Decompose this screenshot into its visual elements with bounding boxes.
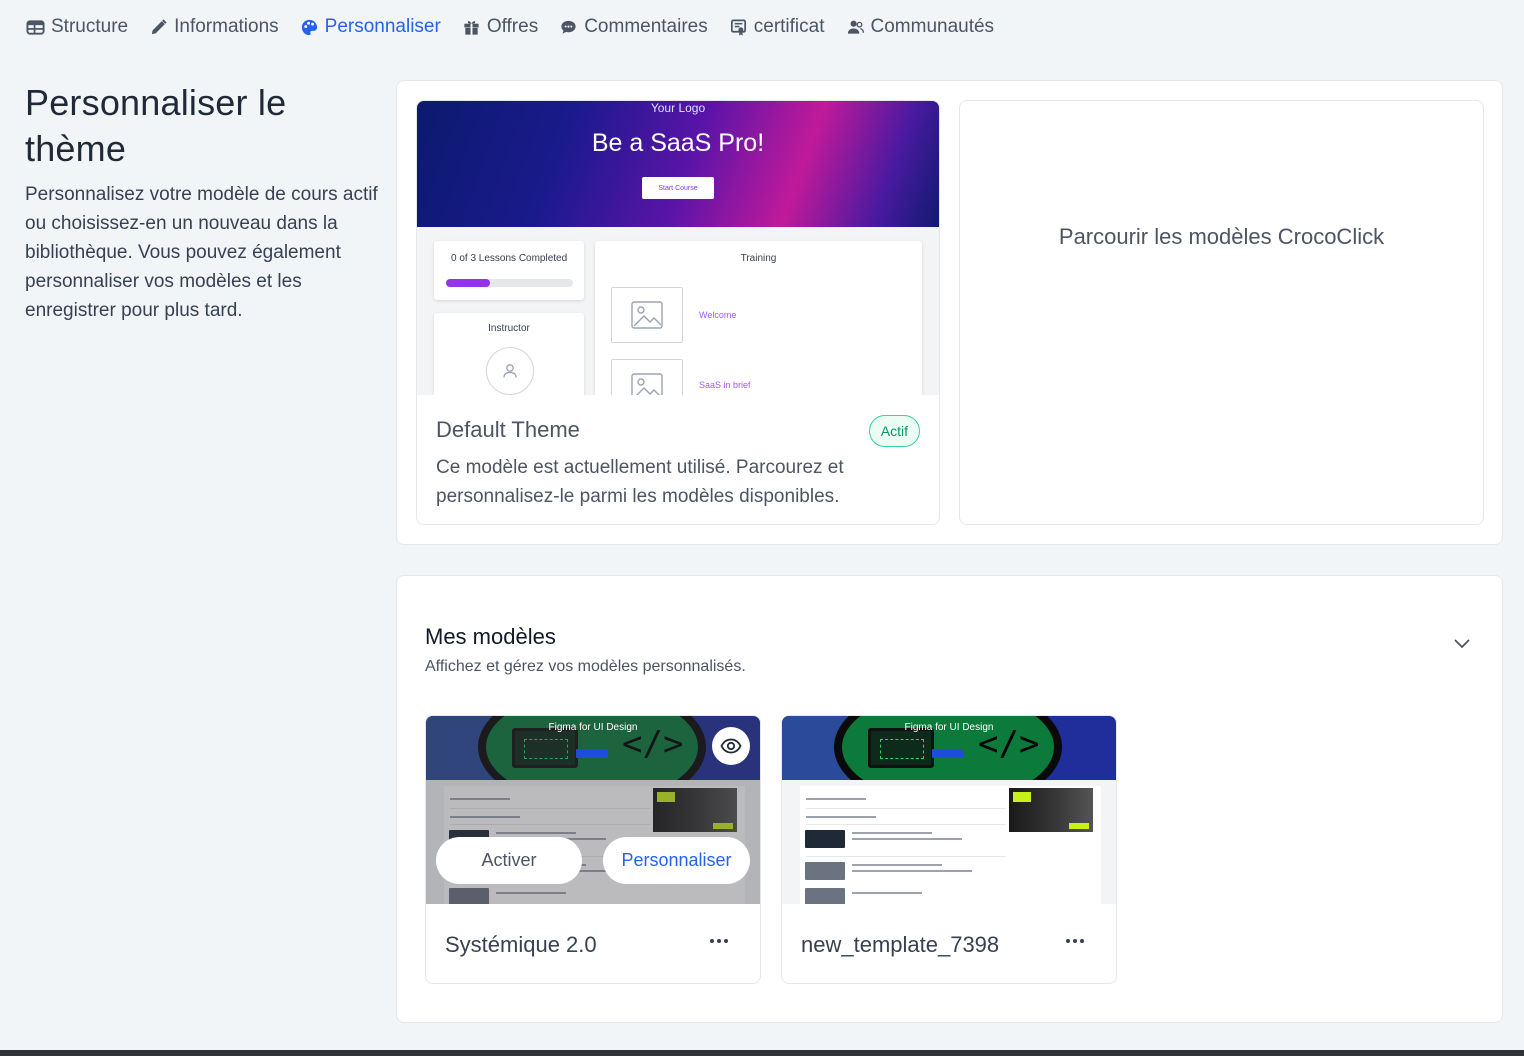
active-theme-card[interactable]: Your Logo Be a SaaS Pro! Start Course 0 … — [416, 100, 940, 525]
template-preview-list — [800, 786, 1014, 904]
template-footer: Systémique 2.0 — [426, 904, 760, 983]
preview-lesson-link: SaaS in brief — [699, 380, 751, 390]
template-preview-title: Figma for UI Design — [904, 722, 994, 733]
template-preview-title: Figma for UI Design — [548, 722, 638, 733]
more-options-icon[interactable] — [708, 930, 730, 952]
tab-label: Offres — [486, 16, 539, 37]
template-preview-hero: </> Figma for UI Design — [782, 716, 1116, 780]
tab-informations[interactable]: Informations — [149, 16, 279, 38]
tab-personnaliser[interactable]: Personnaliser — [300, 16, 441, 38]
template-name: Systémique 2.0 — [445, 932, 597, 957]
palette-icon — [300, 18, 319, 37]
template-card[interactable]: </> Figma for UI Design — [425, 715, 761, 984]
theme-panel: Your Logo Be a SaaS Pro! Start Course 0 … — [396, 80, 1503, 545]
template-card[interactable]: </> Figma for UI Design — [781, 715, 1117, 984]
template-footer: new_template_7398 — [782, 904, 1116, 983]
template-preview-sidebar — [1009, 786, 1101, 904]
activate-button[interactable]: Activer — [436, 837, 582, 884]
tab-label: Informations — [174, 16, 279, 37]
preview-training-card: Training Welcome SaaS in brief — [595, 241, 922, 395]
page-description: Personnalisez votre modèle de cours acti… — [25, 184, 378, 321]
active-theme-description: Ce modèle est actuellement utilisé. Parc… — [436, 457, 844, 507]
preview-start-button: Start Course — [642, 177, 714, 199]
customize-button[interactable]: Personnaliser — [603, 837, 750, 884]
template-preview: </> Figma for UI Design — [426, 716, 760, 904]
certificate-icon — [729, 18, 748, 37]
tab-label: Personnaliser — [324, 16, 441, 37]
preview-hero: Your Logo Be a SaaS Pro! Start Course — [417, 101, 939, 227]
course-tabs: Structure Informations Personnaliser Off… — [26, 13, 1015, 41]
preview-progress-text: 0 of 3 Lessons Completed — [451, 253, 568, 264]
tab-commentaires[interactable]: Commentaires — [559, 16, 708, 38]
theme-preview: Your Logo Be a SaaS Pro! Start Course 0 … — [417, 101, 939, 395]
preview-progress-card: 0 of 3 Lessons Completed — [434, 241, 584, 300]
template-preview: </> Figma for UI Design — [782, 716, 1116, 904]
chevron-down-icon[interactable] — [1449, 634, 1475, 654]
users-icon — [846, 18, 865, 37]
template-name: new_template_7398 — [801, 932, 1000, 957]
tab-label: Structure — [51, 16, 129, 37]
pencil-icon — [149, 18, 168, 37]
my-templates-panel: Mes modèles Affichez et gérez vos modèle… — [396, 575, 1503, 1023]
preview-instructor-card: Instructor — [434, 313, 584, 395]
comment-icon — [559, 18, 578, 37]
tab-offres[interactable]: Offres — [462, 16, 538, 38]
preview-lesson-link: Welcome — [699, 310, 737, 320]
image-placeholder-icon — [611, 287, 683, 343]
page-title: Personnaliser le thème — [25, 82, 287, 169]
preview-progress-fill — [446, 279, 491, 287]
tab-certificat[interactable]: certificat — [729, 16, 825, 38]
preview-progress-bar — [446, 279, 573, 287]
tab-communautes[interactable]: Communautés — [846, 16, 995, 38]
preview-instructor-label: Instructor — [488, 323, 530, 334]
active-theme-name: Default Theme — [436, 417, 580, 442]
active-badge: Actif — [868, 415, 920, 447]
table-icon — [26, 18, 45, 37]
tab-label: Communautés — [870, 16, 995, 37]
section-title: Mes modèles — [425, 624, 556, 649]
section-subtitle: Affichez et gérez vos modèles personnali… — [425, 658, 746, 675]
preview-headline: Be a SaaS Pro! — [591, 129, 765, 157]
image-placeholder-icon — [611, 359, 683, 395]
more-options-icon[interactable] — [1064, 930, 1086, 952]
tab-label: Commentaires — [584, 16, 708, 37]
browse-templates-label: Parcourir les modèles CrocoClick — [1058, 223, 1385, 249]
gift-icon — [462, 18, 481, 37]
avatar-icon — [486, 347, 534, 395]
tab-structure[interactable]: Structure — [26, 16, 128, 38]
active-theme-info: Default Theme Actif Ce modèle est actuel… — [417, 395, 939, 511]
bottom-divider — [0, 1050, 1524, 1056]
browse-templates-card[interactable]: Parcourir les modèles CrocoClick — [959, 100, 1484, 525]
my-templates-header: Mes modèles Affichez et gérez vos modèle… — [425, 624, 746, 676]
intro-section: Personnaliser le thème Personnalisez vot… — [25, 80, 390, 325]
tab-label: certificat — [753, 16, 825, 37]
preview-logo: Your Logo — [650, 101, 706, 115]
preview-training-label: Training — [740, 253, 777, 264]
eye-icon — [720, 738, 742, 754]
